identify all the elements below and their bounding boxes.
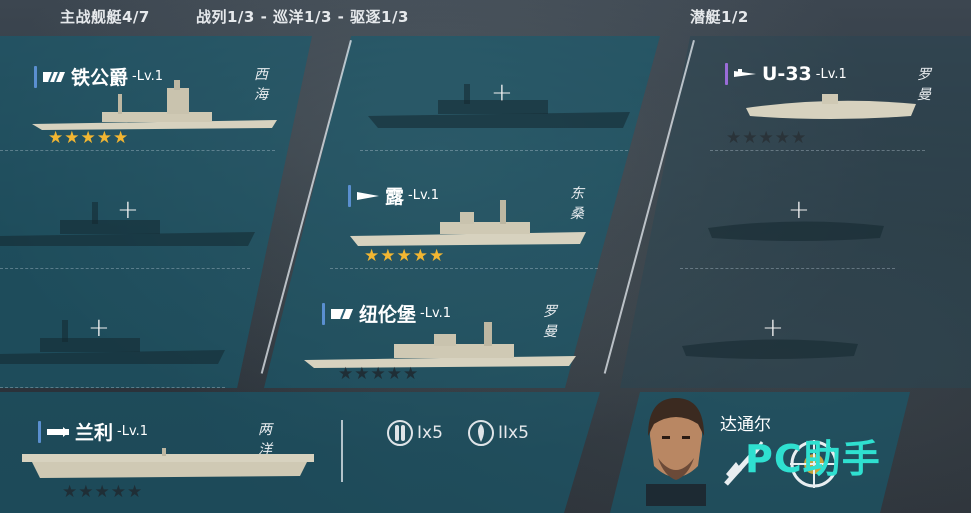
stars: ★★★★★ bbox=[48, 128, 130, 148]
main-ship-count: 主战舰艇4/7 bbox=[60, 8, 150, 26]
rarity-bar bbox=[725, 63, 728, 85]
submarine-silhouette bbox=[746, 94, 916, 119]
ship-level: -Lv.1 bbox=[815, 66, 847, 82]
ammo-divider bbox=[341, 420, 343, 482]
cruiser-silhouette bbox=[304, 322, 576, 368]
depth-charge-ammo[interactable]: IIx5 bbox=[468, 420, 529, 446]
empty-slot-silhouette bbox=[368, 84, 630, 128]
carrier-class-icon bbox=[47, 426, 69, 437]
row-separator bbox=[710, 150, 925, 151]
depth-charge-count: IIx5 bbox=[498, 423, 529, 443]
torpedo-icon bbox=[387, 420, 413, 446]
depth-charge-icon bbox=[468, 420, 494, 446]
star-rating: ★★★★★ bbox=[364, 246, 445, 266]
stars: ★★★★★ bbox=[726, 128, 808, 148]
stars: ★★★★★ bbox=[62, 482, 144, 502]
ship-name-label: U-33 -Lv.1 bbox=[725, 63, 847, 85]
row-separator bbox=[330, 268, 598, 269]
ship-level: -Lv.1 bbox=[117, 424, 149, 439]
torpedo-count: Ix5 bbox=[417, 423, 443, 443]
battleship-silhouette bbox=[32, 80, 277, 130]
row-separator bbox=[0, 268, 250, 269]
row-separator bbox=[0, 387, 225, 388]
torpedo-ammo[interactable]: Ix5 bbox=[387, 420, 443, 446]
star-rating: ★★★★★ bbox=[726, 128, 807, 148]
stars: ★★★★★ bbox=[338, 364, 420, 384]
class-counts: 战列1/3 - 巡洋1/3 - 驱逐1/3 bbox=[196, 8, 409, 26]
rarity-bar bbox=[38, 420, 41, 443]
ship-name-label: 兰利 -Lv.1 bbox=[38, 418, 148, 445]
commander-portrait[interactable] bbox=[636, 396, 716, 506]
carrier-silhouette bbox=[22, 448, 314, 478]
empty-slot-silhouette bbox=[0, 320, 225, 364]
star-rating: ★★★★★ bbox=[338, 364, 419, 384]
avatar bbox=[646, 398, 706, 506]
stars: ★★★★★ bbox=[364, 246, 446, 266]
ship-name: U-33 bbox=[762, 63, 812, 85]
submarine-class-icon bbox=[734, 69, 756, 77]
ship-nation: 罗曼 bbox=[917, 67, 931, 103]
watermark-logo: PC助手 bbox=[745, 437, 881, 481]
row-separator bbox=[360, 150, 628, 151]
star-rating: ★★★★★ bbox=[62, 482, 143, 502]
star-rating: ★★★★★ bbox=[48, 128, 129, 148]
empty-slot-silhouette bbox=[682, 339, 858, 359]
destroyer-silhouette bbox=[350, 200, 586, 246]
row-separator bbox=[0, 150, 275, 151]
empty-slot-silhouette bbox=[708, 221, 884, 241]
ship-name: 兰利 bbox=[75, 422, 114, 444]
row-separator bbox=[680, 268, 895, 269]
submarine-count: 潜艇1/2 bbox=[690, 8, 749, 26]
empty-slot-silhouette bbox=[0, 202, 255, 246]
